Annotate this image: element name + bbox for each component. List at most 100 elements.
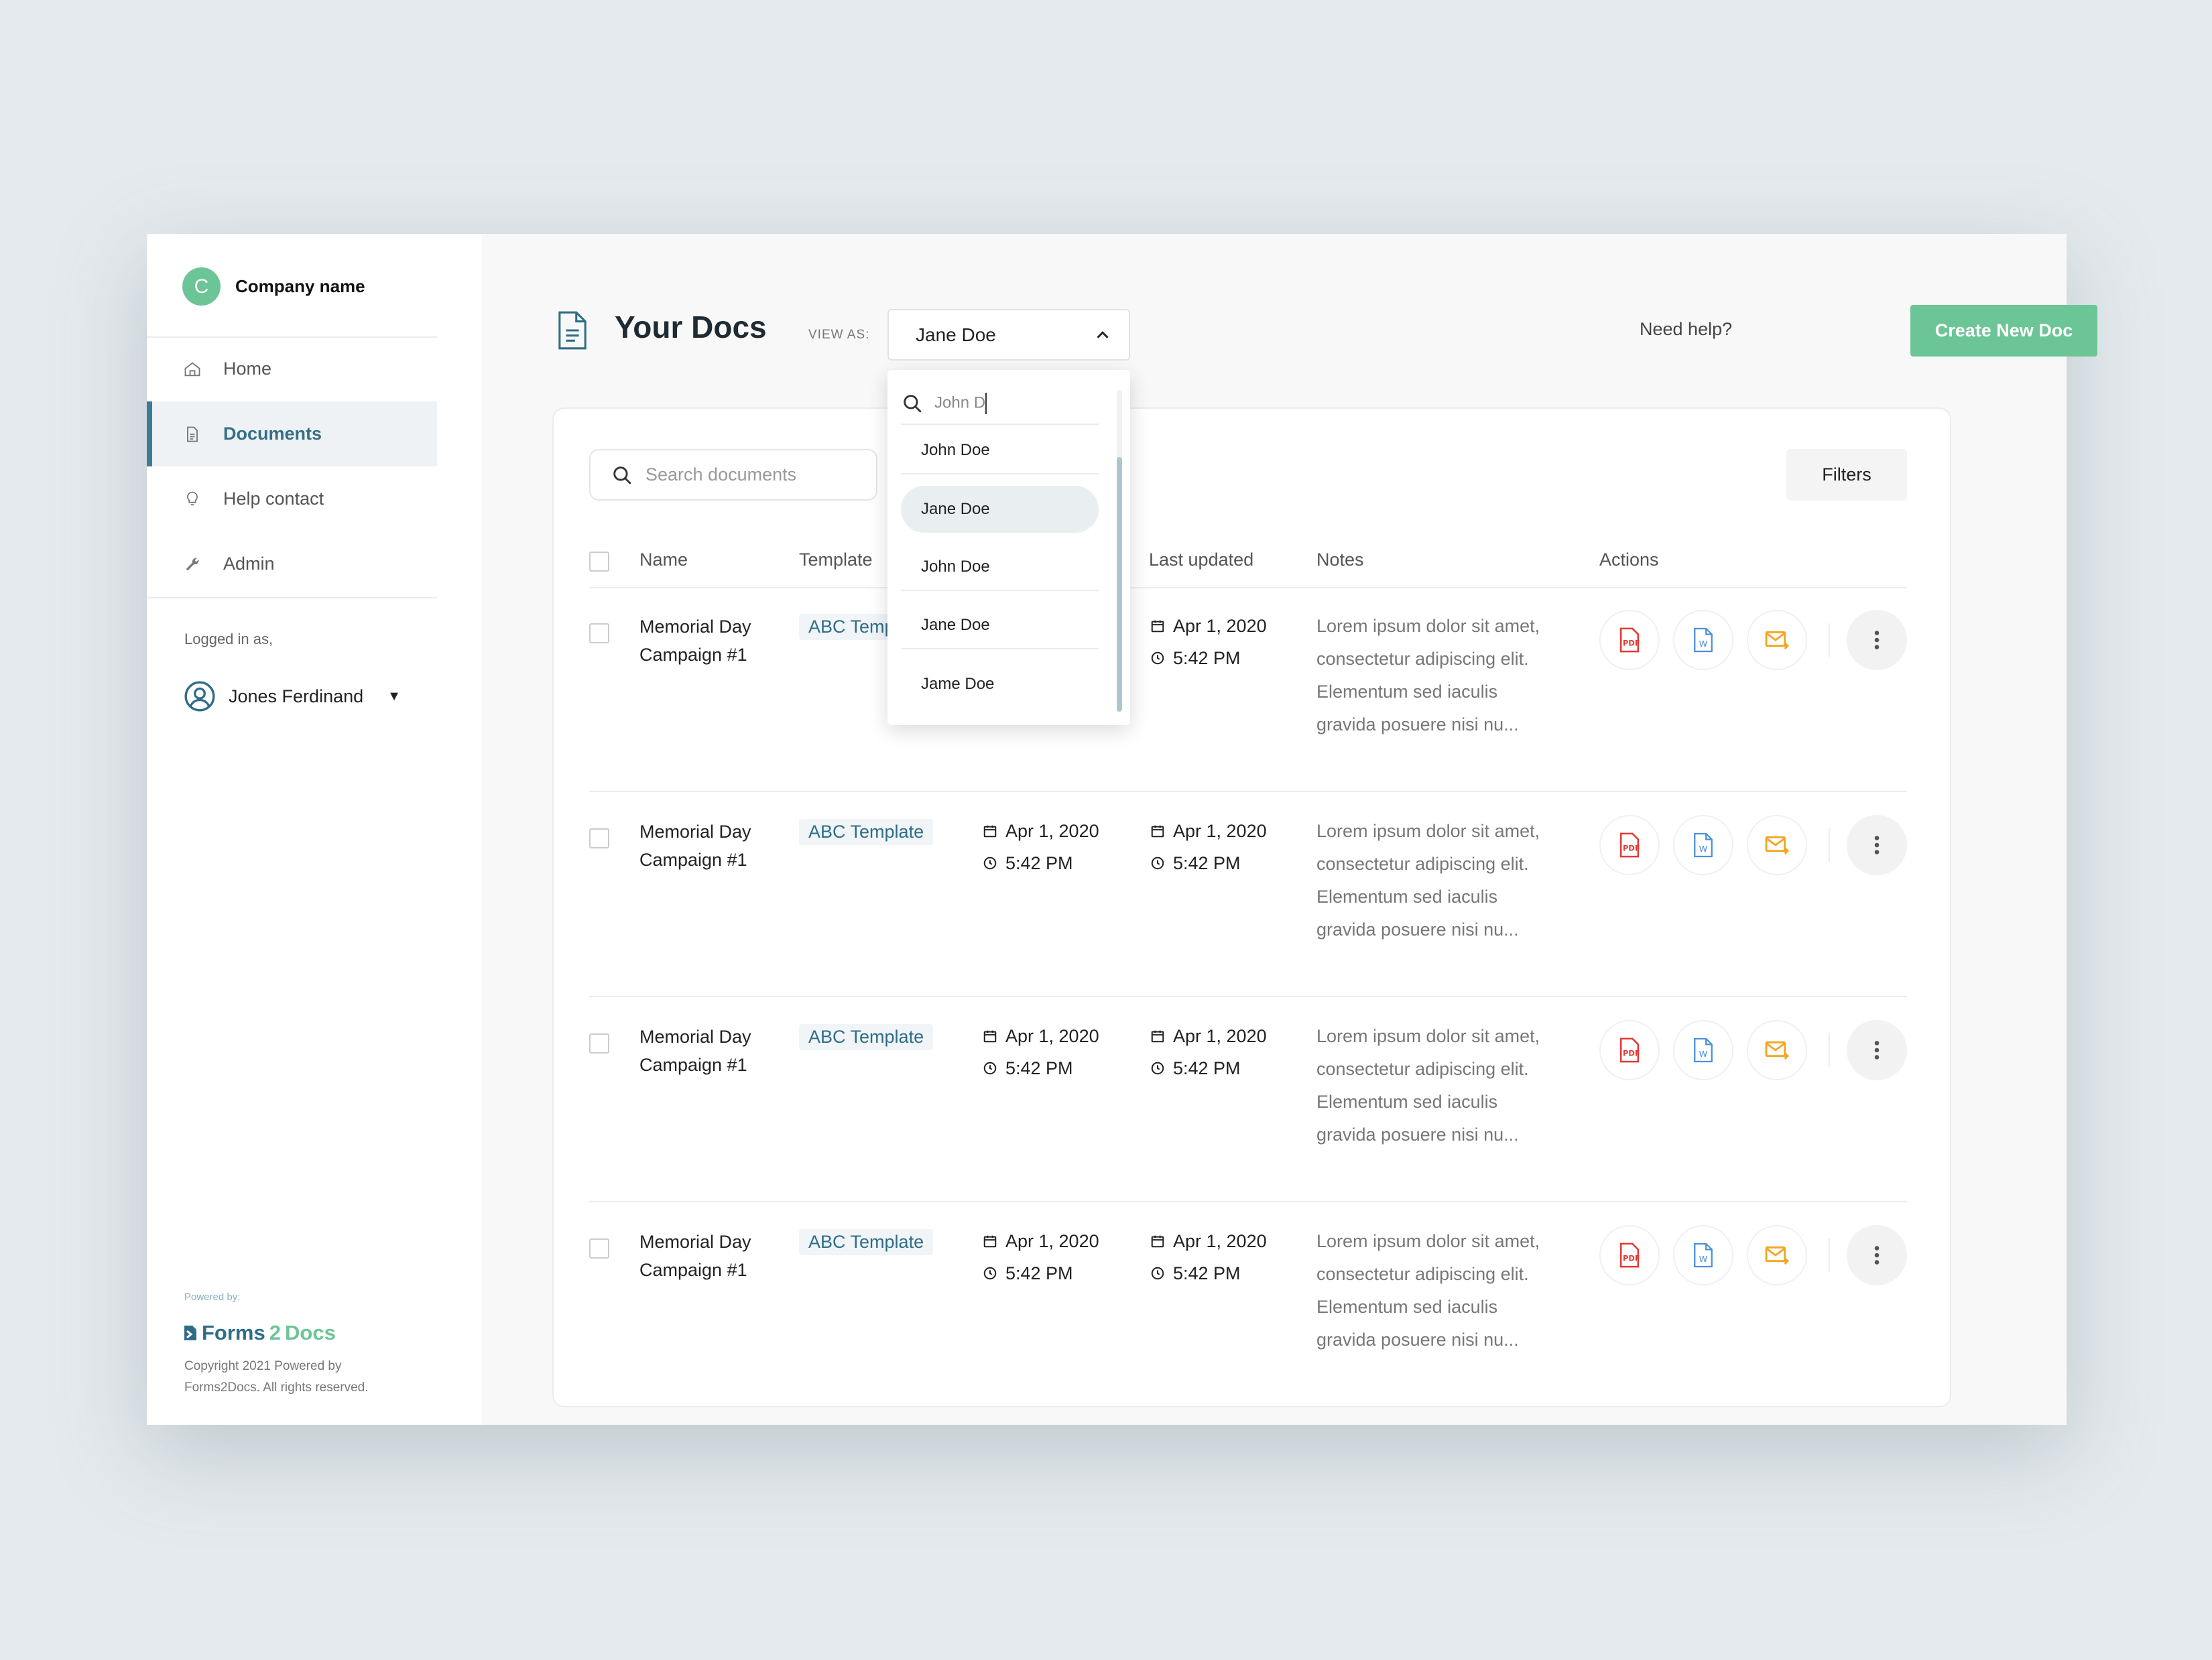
column-header-last-updated[interactable]: Last updated xyxy=(1149,550,1253,570)
select-all-checkbox[interactable] xyxy=(589,552,609,572)
email-icon xyxy=(1765,631,1790,650)
svg-text:PDF: PDF xyxy=(1623,639,1640,648)
filters-button[interactable]: Filters xyxy=(1786,449,1907,501)
search-input[interactable]: Search documents xyxy=(589,449,877,501)
row-checkbox[interactable] xyxy=(589,623,609,643)
sidebar-item-documents[interactable]: Documents xyxy=(147,401,437,466)
sidebar-item-label: Home xyxy=(223,359,272,379)
column-header-name[interactable]: Name xyxy=(639,550,688,570)
download-pdf-button[interactable]: PDF xyxy=(1599,610,1660,670)
dropdown-option[interactable]: John Doe xyxy=(901,428,1099,474)
template-badge[interactable]: ABC Template xyxy=(799,819,934,845)
row-checkbox[interactable] xyxy=(589,828,609,848)
template-badge[interactable]: ABC Template xyxy=(799,1229,934,1255)
forms2docs-logo: Forms 2 Docs xyxy=(183,1321,336,1345)
more-vertical-icon xyxy=(1874,631,1880,649)
updated-datetime: Apr 1, 2020 5:42 PM xyxy=(1150,815,1267,879)
svg-text:W: W xyxy=(1699,639,1708,649)
calendar-icon xyxy=(983,1030,997,1043)
dropdown-option[interactable]: Jame Doe xyxy=(901,661,1099,708)
column-header-notes[interactable]: Notes xyxy=(1316,550,1364,570)
more-vertical-icon xyxy=(1874,836,1880,854)
sidebar-item-help-contact[interactable]: Help contact xyxy=(147,466,437,531)
calendar-icon xyxy=(1151,620,1164,633)
dropdown-option-selected[interactable]: Jane Doe xyxy=(901,486,1099,533)
download-word-button[interactable]: W xyxy=(1673,1020,1733,1080)
notes-text: Lorem ipsum dolor sit amet, consectetur a… xyxy=(1316,616,1540,735)
brand[interactable]: C Company name xyxy=(182,267,365,306)
send-email-button[interactable] xyxy=(1747,815,1807,875)
doc-name[interactable]: Memorial Day Campaign #1 xyxy=(639,818,751,874)
text-cursor xyxy=(985,393,987,414)
view-as-value: Jane Doe xyxy=(916,324,996,345)
dropdown-option[interactable]: Jane Doe xyxy=(901,602,1099,649)
row-checkbox[interactable] xyxy=(589,1033,609,1054)
calendar-icon xyxy=(1151,825,1164,838)
dropdown-search-input[interactable]: John D xyxy=(901,383,1099,425)
view-as-label: VIEW AS: xyxy=(808,328,870,342)
view-as-select[interactable]: Jane Doe xyxy=(887,309,1130,361)
document-icon xyxy=(558,311,587,350)
pdf-icon: PDF xyxy=(1619,832,1640,858)
calendar-icon xyxy=(1151,1030,1164,1043)
more-options-button[interactable] xyxy=(1847,1020,1907,1080)
created-datetime: Apr 1, 20205:42 PM xyxy=(983,1225,1099,1289)
search-icon xyxy=(613,466,631,485)
dropdown-option[interactable]: John Doe xyxy=(901,544,1099,591)
copyright-text: Copyright 2021 Powered by Forms2Docs. Al… xyxy=(184,1359,369,1395)
dropdown-scrollbar-thumb[interactable] xyxy=(1117,457,1122,712)
divider xyxy=(589,587,1907,588)
clock-icon xyxy=(1151,1062,1164,1075)
search-placeholder: Search documents xyxy=(646,464,797,485)
word-icon: W xyxy=(1694,1242,1713,1268)
divider xyxy=(147,597,437,598)
email-icon xyxy=(1765,836,1790,855)
svg-text:PDF: PDF xyxy=(1623,844,1640,853)
download-pdf-button[interactable]: PDF xyxy=(1599,815,1660,875)
download-pdf-button[interactable]: PDF xyxy=(1599,1020,1660,1080)
more-options-button[interactable] xyxy=(1847,815,1907,875)
divider xyxy=(1829,1033,1830,1067)
pdf-icon: PDF xyxy=(1619,1242,1640,1268)
send-email-button[interactable] xyxy=(1747,610,1807,670)
template-badge[interactable]: ABC Template xyxy=(799,1024,934,1050)
create-new-doc-button[interactable]: Create New Doc xyxy=(1910,305,2097,357)
download-pdf-button[interactable]: PDF xyxy=(1599,1225,1660,1285)
calendar-icon xyxy=(983,1235,997,1248)
sidebar-item-admin[interactable]: Admin xyxy=(147,531,437,596)
doc-name[interactable]: Memorial Day Campaign #1 xyxy=(639,1228,751,1284)
sidebar: C Company name Home Documents Help conta… xyxy=(147,234,482,1425)
download-word-button[interactable]: W xyxy=(1673,610,1733,670)
updated-datetime: Apr 1, 2020 5:42 PM xyxy=(1150,610,1267,674)
sidebar-item-home[interactable]: Home xyxy=(147,336,437,401)
download-word-button[interactable]: W xyxy=(1673,815,1733,875)
pdf-icon: PDF xyxy=(1619,1037,1640,1063)
svg-text:PDF: PDF xyxy=(1623,1049,1640,1058)
download-word-button[interactable]: W xyxy=(1673,1225,1733,1285)
column-header-template[interactable]: Template xyxy=(799,550,873,570)
user-menu[interactable]: Jones Ferdinand ▼ xyxy=(183,680,401,713)
notes-text: Lorem ipsum dolor sit amet, consectetur a… xyxy=(1316,821,1540,940)
doc-name[interactable]: Memorial Day Campaign #1 xyxy=(639,1023,751,1079)
chevron-up-icon xyxy=(1097,331,1109,338)
documents-panel: Search documents Filters Name Template L… xyxy=(552,407,1951,1407)
clock-icon xyxy=(1151,651,1164,665)
send-email-button[interactable] xyxy=(1747,1020,1807,1080)
company-logo: C xyxy=(182,267,221,306)
word-icon: W xyxy=(1694,832,1713,858)
need-help-link[interactable]: Need help? xyxy=(1640,319,1732,340)
row-checkbox[interactable] xyxy=(589,1238,609,1259)
more-options-button[interactable] xyxy=(1847,1225,1907,1285)
divider xyxy=(589,791,1907,792)
wrench-icon xyxy=(186,558,199,570)
view-as-dropdown: John D John Doe Jane Doe John Doe Jane D… xyxy=(887,370,1130,725)
sidebar-item-label: Admin xyxy=(223,554,275,574)
send-email-button[interactable] xyxy=(1747,1225,1807,1285)
clock-icon xyxy=(983,1267,997,1280)
divider xyxy=(589,1201,1907,1202)
doc-name[interactable]: Memorial Day Campaign #1 xyxy=(639,613,751,669)
more-options-button[interactable] xyxy=(1847,610,1907,670)
sidebar-item-label: Help contact xyxy=(223,489,324,509)
document-icon xyxy=(187,426,198,442)
page-title: Your Docs xyxy=(615,310,767,344)
